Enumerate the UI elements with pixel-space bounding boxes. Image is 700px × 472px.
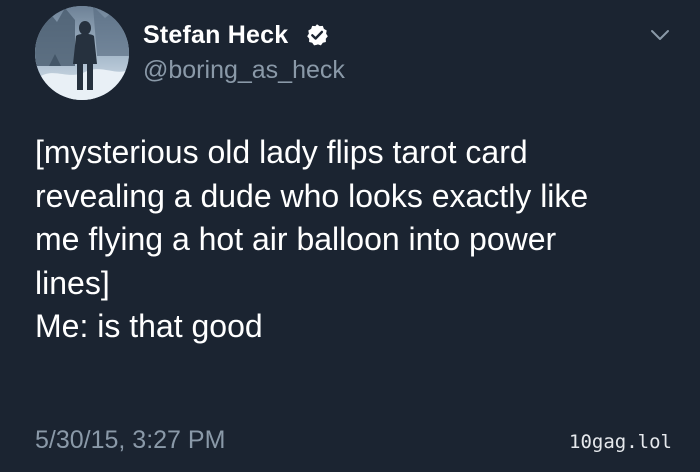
author-display-name[interactable]: Stefan Heck — [143, 19, 288, 51]
tweet-timestamp[interactable]: 5/30/15, 3:27 PM — [35, 424, 225, 456]
verified-badge-icon — [307, 24, 328, 46]
chevron-down-icon[interactable] — [650, 28, 670, 42]
author-avatar[interactable] — [35, 6, 129, 100]
avatar-photo — [35, 6, 129, 100]
watermark: 10gag.lol — [569, 431, 672, 453]
tweet-text: [mysterious old lady flips tarot card re… — [35, 134, 589, 344]
author-handle[interactable]: @boring_as_heck — [143, 54, 345, 86]
